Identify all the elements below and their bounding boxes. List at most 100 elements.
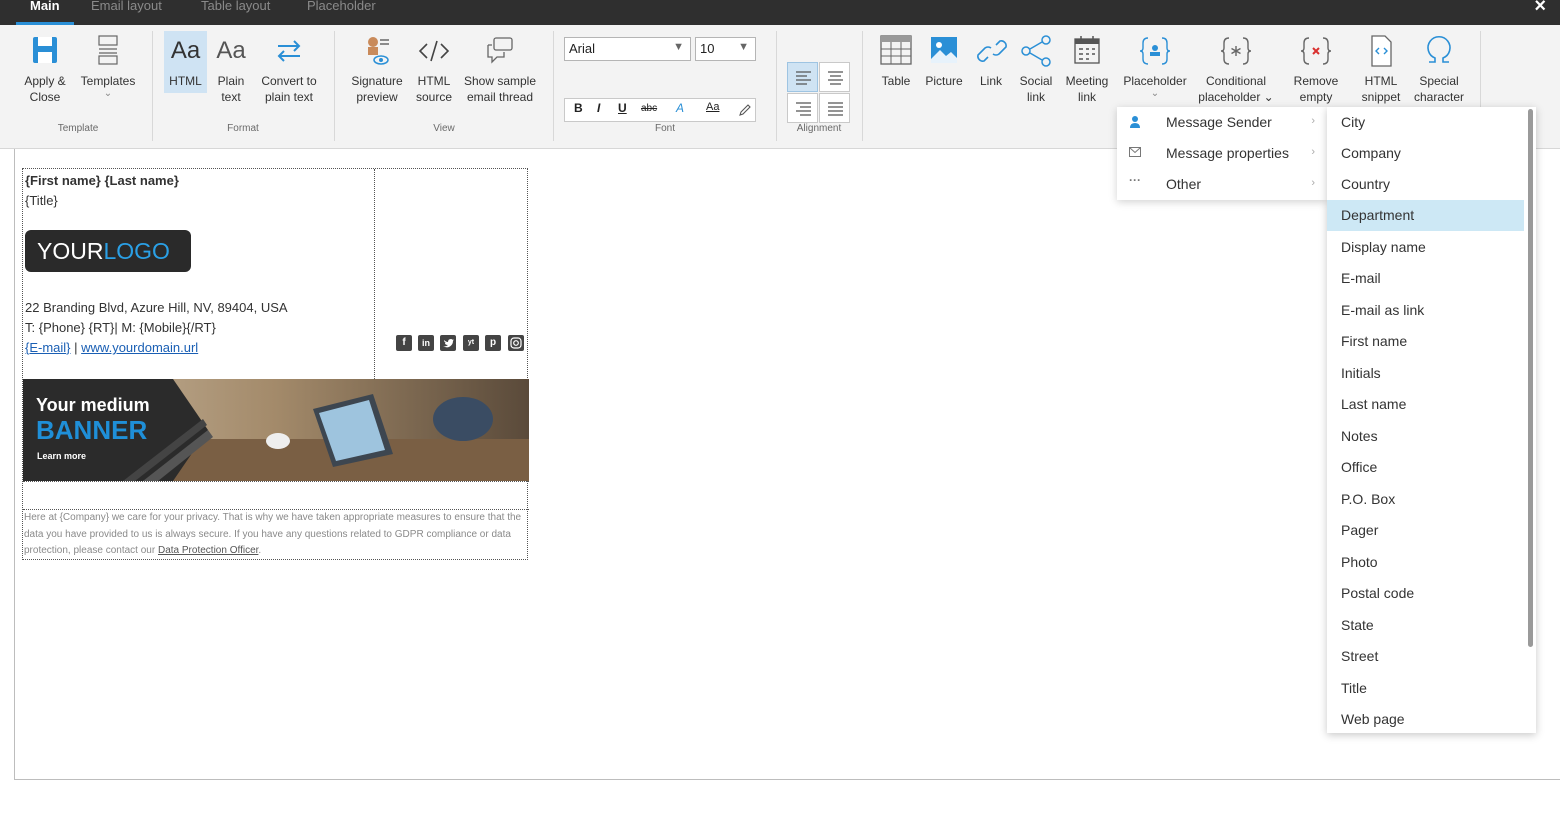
conditional-label-1: Conditional	[1205, 74, 1267, 88]
phone-line[interactable]: T: {Phone} {RT}| M: {Mobile}{/RT}	[25, 320, 216, 335]
picture-button[interactable]: Picture	[922, 33, 966, 89]
sig-preview-label-2: preview	[356, 90, 398, 104]
submenu-item-email-as-link[interactable]: E-mail as link	[1327, 295, 1524, 326]
alignment-grid	[787, 62, 851, 124]
remove-empty-button[interactable]: Remove empty	[1288, 33, 1344, 105]
html-format-button[interactable]: Aa HTML	[164, 31, 207, 93]
submenu-item-pager[interactable]: Pager	[1327, 515, 1524, 546]
banner-image[interactable]: Your medium BANNER Learn more	[23, 379, 529, 481]
facebook-icon[interactable]: f	[396, 335, 412, 351]
table-button[interactable]: Table	[877, 33, 915, 89]
submenu-item-city[interactable]: City	[1327, 107, 1524, 138]
bold-button[interactable]: B	[574, 101, 583, 115]
submenu-item-state[interactable]: State	[1327, 610, 1524, 641]
chevron-down-icon: ⌄	[103, 88, 113, 99]
tab-main[interactable]: Main	[16, 0, 74, 25]
font-color-button[interactable]: Aa	[706, 101, 719, 113]
sig-preview-label-1: Signature	[351, 74, 403, 88]
submenu-scrollbar[interactable]	[1528, 109, 1533, 647]
strikethrough-button[interactable]: abc	[641, 103, 657, 114]
underline-button[interactable]: U	[618, 101, 627, 115]
chevron-right-icon: ›	[1311, 115, 1315, 127]
company-logo[interactable]: YOURLOGO	[25, 230, 191, 272]
align-center-button[interactable]	[819, 62, 850, 92]
link-label: Link	[979, 74, 1002, 88]
submenu-item-department[interactable]: Department	[1327, 200, 1524, 231]
clear-format-button[interactable]: A	[676, 101, 684, 115]
submenu-item-postal-code[interactable]: Postal code	[1327, 578, 1524, 609]
submenu-item-display-name[interactable]: Display name	[1327, 232, 1524, 263]
convert-label-1: Convert to	[261, 74, 317, 88]
link-button[interactable]: Link	[974, 33, 1008, 89]
submenu-item-photo[interactable]: Photo	[1327, 547, 1524, 578]
code-icon	[418, 40, 450, 62]
email-link[interactable]: {E-mail}	[25, 340, 71, 355]
conditional-placeholder-button[interactable]: Conditional placeholder ⌄	[1196, 33, 1276, 105]
html-snippet-button[interactable]: HTML snippet	[1356, 33, 1406, 105]
social-link-button[interactable]: Social link	[1016, 33, 1056, 105]
data-protection-link[interactable]: Data Protection Officer	[158, 545, 258, 556]
twitter-icon[interactable]	[440, 335, 456, 351]
show-sample-thread-button[interactable]: Show sample email thread	[462, 33, 538, 105]
apply-label-2: Close	[29, 90, 61, 104]
instagram-icon[interactable]	[508, 335, 524, 351]
align-right-button[interactable]	[787, 93, 818, 123]
menu-item-message-properties[interactable]: Message properties ›	[1117, 138, 1327, 169]
submenu-item-notes[interactable]: Notes	[1327, 421, 1524, 452]
html-source-button[interactable]: HTML source	[413, 33, 455, 105]
menu-item-message-sender[interactable]: Message Sender ›	[1117, 107, 1327, 138]
group-label-font: Font	[654, 123, 675, 134]
submenu-item-office[interactable]: Office	[1327, 452, 1524, 483]
convert-plain-text-button[interactable]: Convert to plain text	[256, 33, 322, 105]
submenu-item-po-box[interactable]: P.O. Box	[1327, 484, 1524, 515]
placeholder-label: Placeholder	[1123, 74, 1187, 88]
placeholder-button[interactable]: Placeholder ⌄	[1120, 33, 1190, 99]
table-label: Table	[881, 74, 911, 88]
special-character-button[interactable]: Special character	[1410, 33, 1468, 105]
submenu-item-last-name[interactable]: Last name	[1327, 389, 1524, 420]
banner-headline: Your medium	[36, 395, 150, 415]
address-line[interactable]: 22 Branding Blvd, Azure Hill, NV, 89404,…	[25, 300, 288, 315]
title-placeholder[interactable]: {Title}	[25, 193, 58, 208]
close-icon[interactable]: ×	[1534, 0, 1546, 18]
submenu-item-title[interactable]: Title	[1327, 673, 1524, 704]
font-family-select[interactable]: Arial ▼	[564, 37, 691, 61]
pencil-icon[interactable]	[738, 103, 752, 117]
share-icon	[1021, 35, 1051, 67]
italic-button[interactable]: I	[597, 101, 600, 115]
submenu-item-country[interactable]: Country	[1327, 169, 1524, 200]
group-divider	[862, 31, 863, 141]
submenu-item-web-page[interactable]: Web page	[1327, 704, 1524, 735]
tab-placeholder[interactable]: Placeholder	[307, 0, 376, 25]
menu-item-other[interactable]: ··· Other ›	[1117, 169, 1327, 200]
group-divider	[334, 31, 335, 141]
placeholder-icon	[1139, 37, 1171, 65]
submenu-item-street[interactable]: Street	[1327, 641, 1524, 672]
convert-arrows-icon	[277, 40, 301, 62]
templates-button[interactable]: Templates ⌄	[78, 33, 138, 99]
html-format-label: HTML	[169, 74, 202, 88]
apply-close-button[interactable]: Apply & Close	[20, 33, 70, 105]
pinterest-icon[interactable]: p	[485, 335, 501, 351]
align-justify-button[interactable]	[819, 93, 850, 123]
align-left-button[interactable]	[787, 62, 818, 92]
website-link[interactable]: www.yourdomain.url	[81, 340, 198, 355]
banner-cta[interactable]: Learn more	[37, 451, 86, 461]
name-placeholder[interactable]: {First name} {Last name}	[25, 173, 179, 188]
tab-table-layout[interactable]: Table layout	[201, 0, 270, 25]
meeting-link-button[interactable]: Meeting link	[1063, 33, 1111, 105]
submenu-item-first-name[interactable]: First name	[1327, 326, 1524, 357]
meeting-link-label-1: Meeting	[1065, 74, 1109, 88]
font-size-select[interactable]: 10 ▼	[695, 37, 756, 61]
convert-label-2: plain text	[264, 90, 314, 104]
signature-table[interactable]: {First name} {Last name} {Title} YOURLOG…	[22, 168, 529, 560]
privacy-disclaimer: Here at {Company} we care for your priva…	[23, 510, 529, 560]
plain-text-button[interactable]: Aa Plain text	[211, 33, 251, 105]
submenu-item-email[interactable]: E-mail	[1327, 263, 1524, 294]
submenu-item-company[interactable]: Company	[1327, 138, 1524, 169]
tab-email-layout[interactable]: Email layout	[91, 0, 162, 25]
signature-preview-button[interactable]: Signature preview	[348, 33, 406, 105]
youtube-icon[interactable]: yt	[463, 335, 479, 351]
linkedin-icon[interactable]: in	[418, 335, 434, 351]
submenu-item-initials[interactable]: Initials	[1327, 358, 1524, 389]
